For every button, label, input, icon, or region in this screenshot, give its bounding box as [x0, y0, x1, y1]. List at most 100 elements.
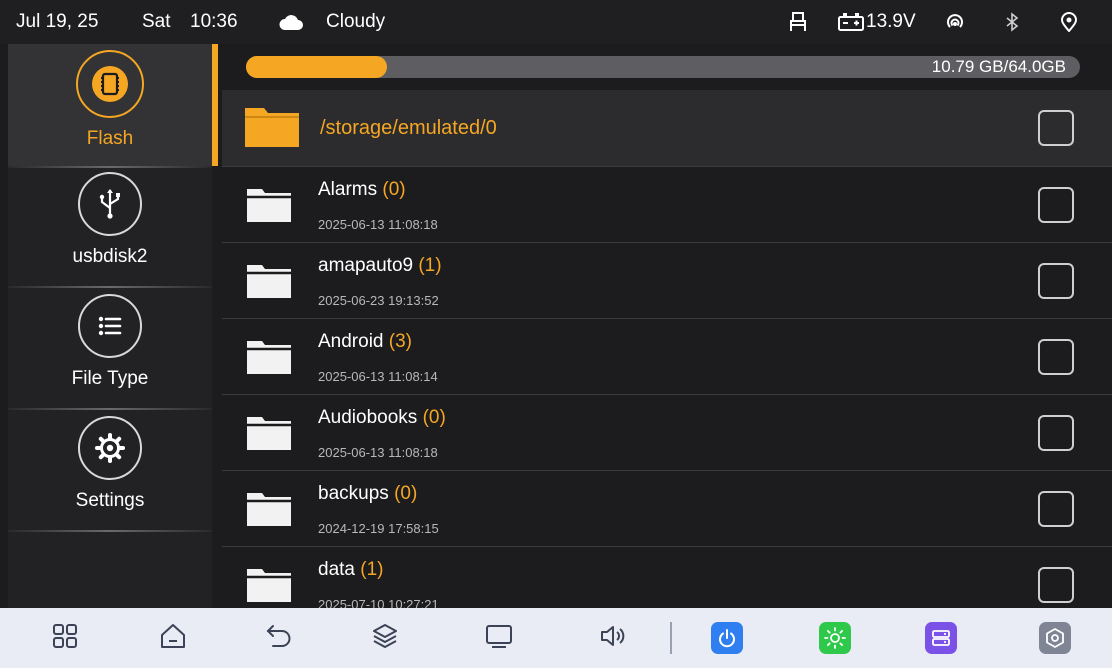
- file-name-text: Audiobooks: [318, 407, 418, 428]
- bluetooth-icon: [1000, 0, 1024, 44]
- home-button[interactable]: [148, 608, 198, 668]
- location-icon: [1056, 0, 1082, 44]
- folder-icon: [246, 339, 292, 380]
- status-voltage: 13.9V: [866, 11, 916, 32]
- status-day: Sat: [142, 11, 171, 32]
- back-icon: [265, 622, 293, 655]
- select-all-checkbox[interactable]: [1038, 110, 1074, 146]
- home-icon: [159, 622, 187, 655]
- file-name: Audiobooks (0): [318, 407, 446, 429]
- file-browser: 10.79 GB/64.0GB /storage/emulated/0 Alar…: [222, 44, 1112, 608]
- file-name: amapauto9 (1): [318, 255, 442, 277]
- file-count: (1): [360, 559, 384, 580]
- sidebar-item-settings[interactable]: Settings: [8, 412, 212, 530]
- file-name: backups (0): [318, 483, 417, 505]
- volume-button[interactable]: [588, 608, 638, 668]
- file-name-text: Alarms: [318, 179, 378, 200]
- storage-bar-fill: [246, 56, 387, 78]
- screen-button[interactable]: [474, 608, 524, 668]
- file-date: 2025-06-13 11:08:18: [318, 217, 438, 232]
- brightness-button[interactable]: [810, 608, 860, 668]
- file-name-text: backups: [318, 483, 389, 504]
- layers-button[interactable]: [360, 608, 410, 668]
- sidebar-item-label: usbdisk2: [72, 246, 148, 267]
- sidebar-item-usbdisk2[interactable]: usbdisk2: [8, 168, 212, 286]
- item-checkbox[interactable]: [1038, 187, 1074, 223]
- file-date: 2024-12-19 17:58:15: [318, 521, 439, 536]
- file-date: 2025-06-13 11:08:18: [318, 445, 438, 460]
- file-count: (3): [388, 331, 413, 352]
- item-checkbox[interactable]: [1038, 339, 1074, 375]
- apps-icon: [52, 623, 78, 654]
- list-item[interactable]: backups (0) 2024-12-19 17:58:15: [222, 470, 1112, 546]
- active-indicator: [212, 44, 218, 166]
- current-path-row[interactable]: /storage/emulated/0: [222, 90, 1112, 166]
- nav-divider: [670, 622, 672, 654]
- power-icon: [711, 622, 743, 654]
- list-item[interactable]: data (1) 2025-07-10 10:27:21: [222, 546, 1112, 608]
- sidebar-divider: [8, 408, 212, 410]
- sidebar-divider: [8, 286, 212, 288]
- sidebar-item-file-type[interactable]: File Type: [8, 290, 212, 408]
- folder-open-icon: [244, 104, 300, 153]
- storage-icon: [925, 622, 957, 654]
- list-icon: [78, 294, 142, 358]
- storage-button[interactable]: [916, 608, 966, 668]
- sidebar: Flash usbdisk2 File Type Settings: [8, 44, 212, 608]
- folder-icon: [246, 415, 292, 456]
- file-name: data (1): [318, 559, 384, 581]
- file-date: 2025-06-13 11:08:14: [318, 369, 438, 384]
- file-name-text: Android: [318, 331, 384, 352]
- battery-icon: [836, 0, 866, 44]
- current-path: /storage/emulated/0: [320, 117, 497, 139]
- list-item[interactable]: amapauto9 (1) 2025-06-23 19:13:52: [222, 242, 1112, 318]
- cloud-icon: [276, 0, 306, 44]
- storage-bar: 10.79 GB/64.0GB: [246, 56, 1080, 78]
- power-button[interactable]: [702, 608, 752, 668]
- file-name: Android (3): [318, 331, 412, 353]
- folder-icon: [246, 567, 292, 608]
- status-bar: Jul 19, 25 Sat 10:36 Cloudy 13.9V: [0, 0, 1112, 44]
- file-count: (0): [382, 179, 406, 200]
- back-button[interactable]: [254, 608, 304, 668]
- storage-usage-text: 10.79 GB/64.0GB: [931, 57, 1066, 76]
- item-checkbox[interactable]: [1038, 415, 1074, 451]
- file-date: 2025-06-23 19:13:52: [318, 293, 439, 308]
- wireless-icon: [942, 0, 968, 44]
- usb-icon: [78, 172, 142, 236]
- apps-button[interactable]: [40, 608, 90, 668]
- settings-hex-icon: [1039, 622, 1071, 654]
- list-item[interactable]: Alarms (0) 2025-06-13 11:08:18: [222, 166, 1112, 242]
- item-checkbox[interactable]: [1038, 491, 1074, 527]
- status-time: 10:36: [190, 11, 238, 32]
- file-count: (1): [418, 255, 442, 276]
- gear-icon: [78, 416, 142, 480]
- sd-card-icon: [76, 50, 144, 118]
- sidebar-item-label: File Type: [71, 368, 149, 389]
- nav-bar: [0, 608, 1112, 668]
- screen-icon: [484, 622, 514, 655]
- file-count: (0): [422, 407, 446, 428]
- folder-icon: [246, 491, 292, 532]
- file-count: (0): [394, 483, 418, 504]
- layers-icon: [371, 622, 399, 655]
- sidebar-item-label: Flash: [86, 128, 134, 149]
- brightness-icon: [819, 622, 851, 654]
- sidebar-divider: [8, 530, 212, 532]
- sidebar-item-flash[interactable]: Flash: [8, 44, 212, 166]
- folder-icon: [246, 263, 292, 304]
- list-item[interactable]: Audiobooks (0) 2025-06-13 11:08:18: [222, 394, 1112, 470]
- screen: Jul 19, 25 Sat 10:36 Cloudy 13.9V Flash …: [0, 0, 1112, 668]
- car-seat-icon: [786, 0, 810, 44]
- file-date: 2025-07-10 10:27:21: [318, 597, 439, 608]
- item-checkbox[interactable]: [1038, 567, 1074, 603]
- status-date: Jul 19, 25: [16, 11, 99, 32]
- folder-icon: [246, 187, 292, 228]
- list-item[interactable]: Android (3) 2025-06-13 11:08:14: [222, 318, 1112, 394]
- status-weather: Cloudy: [326, 11, 386, 32]
- system-settings-button[interactable]: [1030, 608, 1080, 668]
- item-checkbox[interactable]: [1038, 263, 1074, 299]
- file-name: Alarms (0): [318, 179, 406, 201]
- file-name-text: amapauto9: [318, 255, 414, 276]
- volume-icon: [598, 622, 628, 655]
